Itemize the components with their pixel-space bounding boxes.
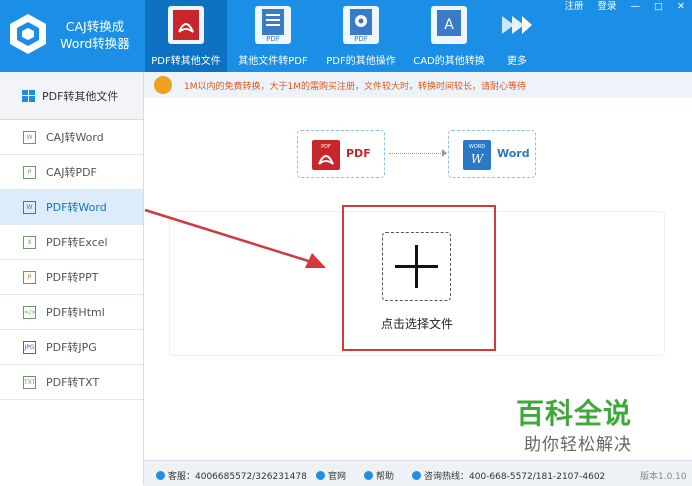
svg-text:PDF: PDF <box>321 144 331 150</box>
home-icon <box>316 471 325 480</box>
svg-text:WORD: WORD <box>469 144 485 150</box>
doc-to-pdf-icon: PDF <box>255 6 291 44</box>
help-text: 帮助 <box>376 472 395 482</box>
source-format-box: PDF PDF <box>297 130 385 178</box>
nav-pdf-operations[interactable]: PDF PDF的其他操作 <box>320 0 402 72</box>
app-title-line1: CAJ转换成 <box>65 19 125 34</box>
sidebar-header-label: PDF转其他文件 <box>42 89 119 103</box>
nav-cad-convert[interactable]: A CAD的其他转换 <box>408 0 490 72</box>
sidebar-header: PDF转其他文件 <box>0 72 143 120</box>
hotline: 咨询热线：400-668-5572/181-2107-4602 <box>412 469 605 482</box>
website-link[interactable]: 官网 <box>316 469 346 482</box>
sidebar-item-pdf-to-word[interactable]: W PDF转Word <box>0 190 143 225</box>
notice-bar: 1M以内的免费转换，大于1M的需购买注册，文件较大时，转换时间较长，请耐心等待 <box>144 72 692 99</box>
html-file-icon: </> <box>23 305 36 319</box>
svg-text:PDF: PDF <box>354 35 368 43</box>
close-button[interactable]: ✕ <box>670 0 692 14</box>
sidebar-item-caj-to-pdf[interactable]: P CAJ转PDF <box>0 155 143 190</box>
sidebar-item-pdf-to-excel[interactable]: X PDF转Excel <box>0 225 143 260</box>
app-title: CAJ转换成 Word转换器 <box>56 18 134 52</box>
nav-pdf-to-other[interactable]: PDF转其他文件 <box>145 0 227 72</box>
help-link[interactable]: 帮助 <box>364 469 394 482</box>
pdf-file-icon: PDF <box>312 140 340 170</box>
nav-label: CAD的其他转换 <box>413 56 485 67</box>
nav-label: 其他文件转PDF <box>238 56 308 67</box>
target-format-label: Word <box>497 147 530 160</box>
plus-icon-stroke <box>415 245 418 288</box>
conversion-arrow-line <box>389 153 445 154</box>
nav-label: 更多 <box>507 56 527 67</box>
hotline-text: 咨询热线：400-668-5572/181-2107-4602 <box>424 472 606 482</box>
help-icon <box>364 471 373 480</box>
header-bar: CAJ转换成 Word转换器 PDF转其他文件 PDF 其他文件转PDF PDF… <box>0 0 692 72</box>
nav-label: PDF的其他操作 <box>326 56 396 67</box>
sidebar-item-label: PDF转TXT <box>46 376 100 389</box>
sidebar-item-label: PDF转Excel <box>46 236 108 249</box>
phone-icon <box>412 471 421 480</box>
grid-icon <box>22 89 35 102</box>
pdf-file-icon: P <box>23 165 36 179</box>
sidebar-item-label: CAJ转PDF <box>46 166 97 179</box>
nav-more[interactable]: 更多 <box>494 0 540 72</box>
window-controls: 注册 登录 — □ ✕ <box>558 0 692 14</box>
sidebar-item-pdf-to-html[interactable]: </> PDF转Html <box>0 295 143 330</box>
double-arrow-icon <box>500 14 534 39</box>
sidebar-item-pdf-to-ppt[interactable]: P PDF转PPT <box>0 260 143 295</box>
minimize-button[interactable]: — <box>624 0 648 14</box>
cad-convert-icon: A <box>431 6 467 44</box>
qq-text: 客服：4006685572/326231478 <box>168 472 307 482</box>
pdf-file-icon <box>168 6 204 44</box>
register-link[interactable]: 注册 <box>558 0 591 14</box>
login-link[interactable]: 登录 <box>591 0 624 14</box>
watermark-title: 百科全说 <box>516 397 633 430</box>
sidebar-item-label: PDF转JPG <box>46 341 97 354</box>
info-icon <box>154 76 172 94</box>
qq-support[interactable]: 客服：4006685572/326231478 <box>156 469 307 482</box>
sidebar-item-pdf-to-txt[interactable]: TXT PDF转TXT <box>0 365 143 400</box>
txt-file-icon: TXT <box>23 375 36 389</box>
watermark-subtitle: 助你轻松解决 <box>524 435 632 455</box>
sidebar-item-label: PDF转Word <box>46 201 107 214</box>
sidebar-item-label: PDF转Html <box>46 306 105 319</box>
maximize-button[interactable]: □ <box>647 0 670 14</box>
svg-text:W: W <box>471 152 485 166</box>
word-file-icon: W <box>23 130 36 144</box>
sidebar-item-label: PDF转PPT <box>46 271 99 284</box>
sidebar-item-label: CAJ转Word <box>46 131 104 144</box>
website-text: 官网 <box>328 472 347 482</box>
arrow-right-icon <box>442 149 447 157</box>
sidebar-item-pdf-to-jpg[interactable]: JPG PDF转JPG <box>0 330 143 365</box>
pdf-gear-icon: PDF <box>343 6 379 44</box>
select-file-button[interactable] <box>382 232 451 301</box>
select-file-label[interactable]: 点击选择文件 <box>342 315 492 332</box>
qq-icon <box>156 471 165 480</box>
jpg-file-icon: JPG <box>23 340 36 354</box>
version-label: 版本1.0.10 <box>640 472 687 482</box>
word-file-icon: W <box>23 200 36 214</box>
sidebar-item-caj-to-word[interactable]: W CAJ转Word <box>0 120 143 155</box>
ppt-file-icon: P <box>23 270 36 284</box>
svg-text:A: A <box>444 17 454 33</box>
nav-label: PDF转其他文件 <box>151 56 221 67</box>
sidebar: PDF转其他文件 W CAJ转Word P CAJ转PDF W PDF转Word XP… <box>0 72 144 485</box>
word-file-icon: WORD W <box>463 140 491 170</box>
nav-other-to-pdf[interactable]: PDF 其他文件转PDF <box>232 0 314 72</box>
target-format-box: WORD W Word <box>448 130 536 178</box>
app-title-line2: Word转换器 <box>60 36 130 51</box>
app-logo-icon <box>6 12 50 56</box>
excel-file-icon: X <box>23 235 36 249</box>
notice-text: 1M以内的免费转换，大于1M的需购买注册，文件较大时，转换时间较长，请耐心等待 <box>184 82 526 92</box>
source-format-label: PDF <box>346 147 371 160</box>
status-bar: 客服：4006685572/326231478 官网 帮助 咨询热线：400-6… <box>144 460 692 486</box>
svg-text:PDF: PDF <box>266 35 280 43</box>
